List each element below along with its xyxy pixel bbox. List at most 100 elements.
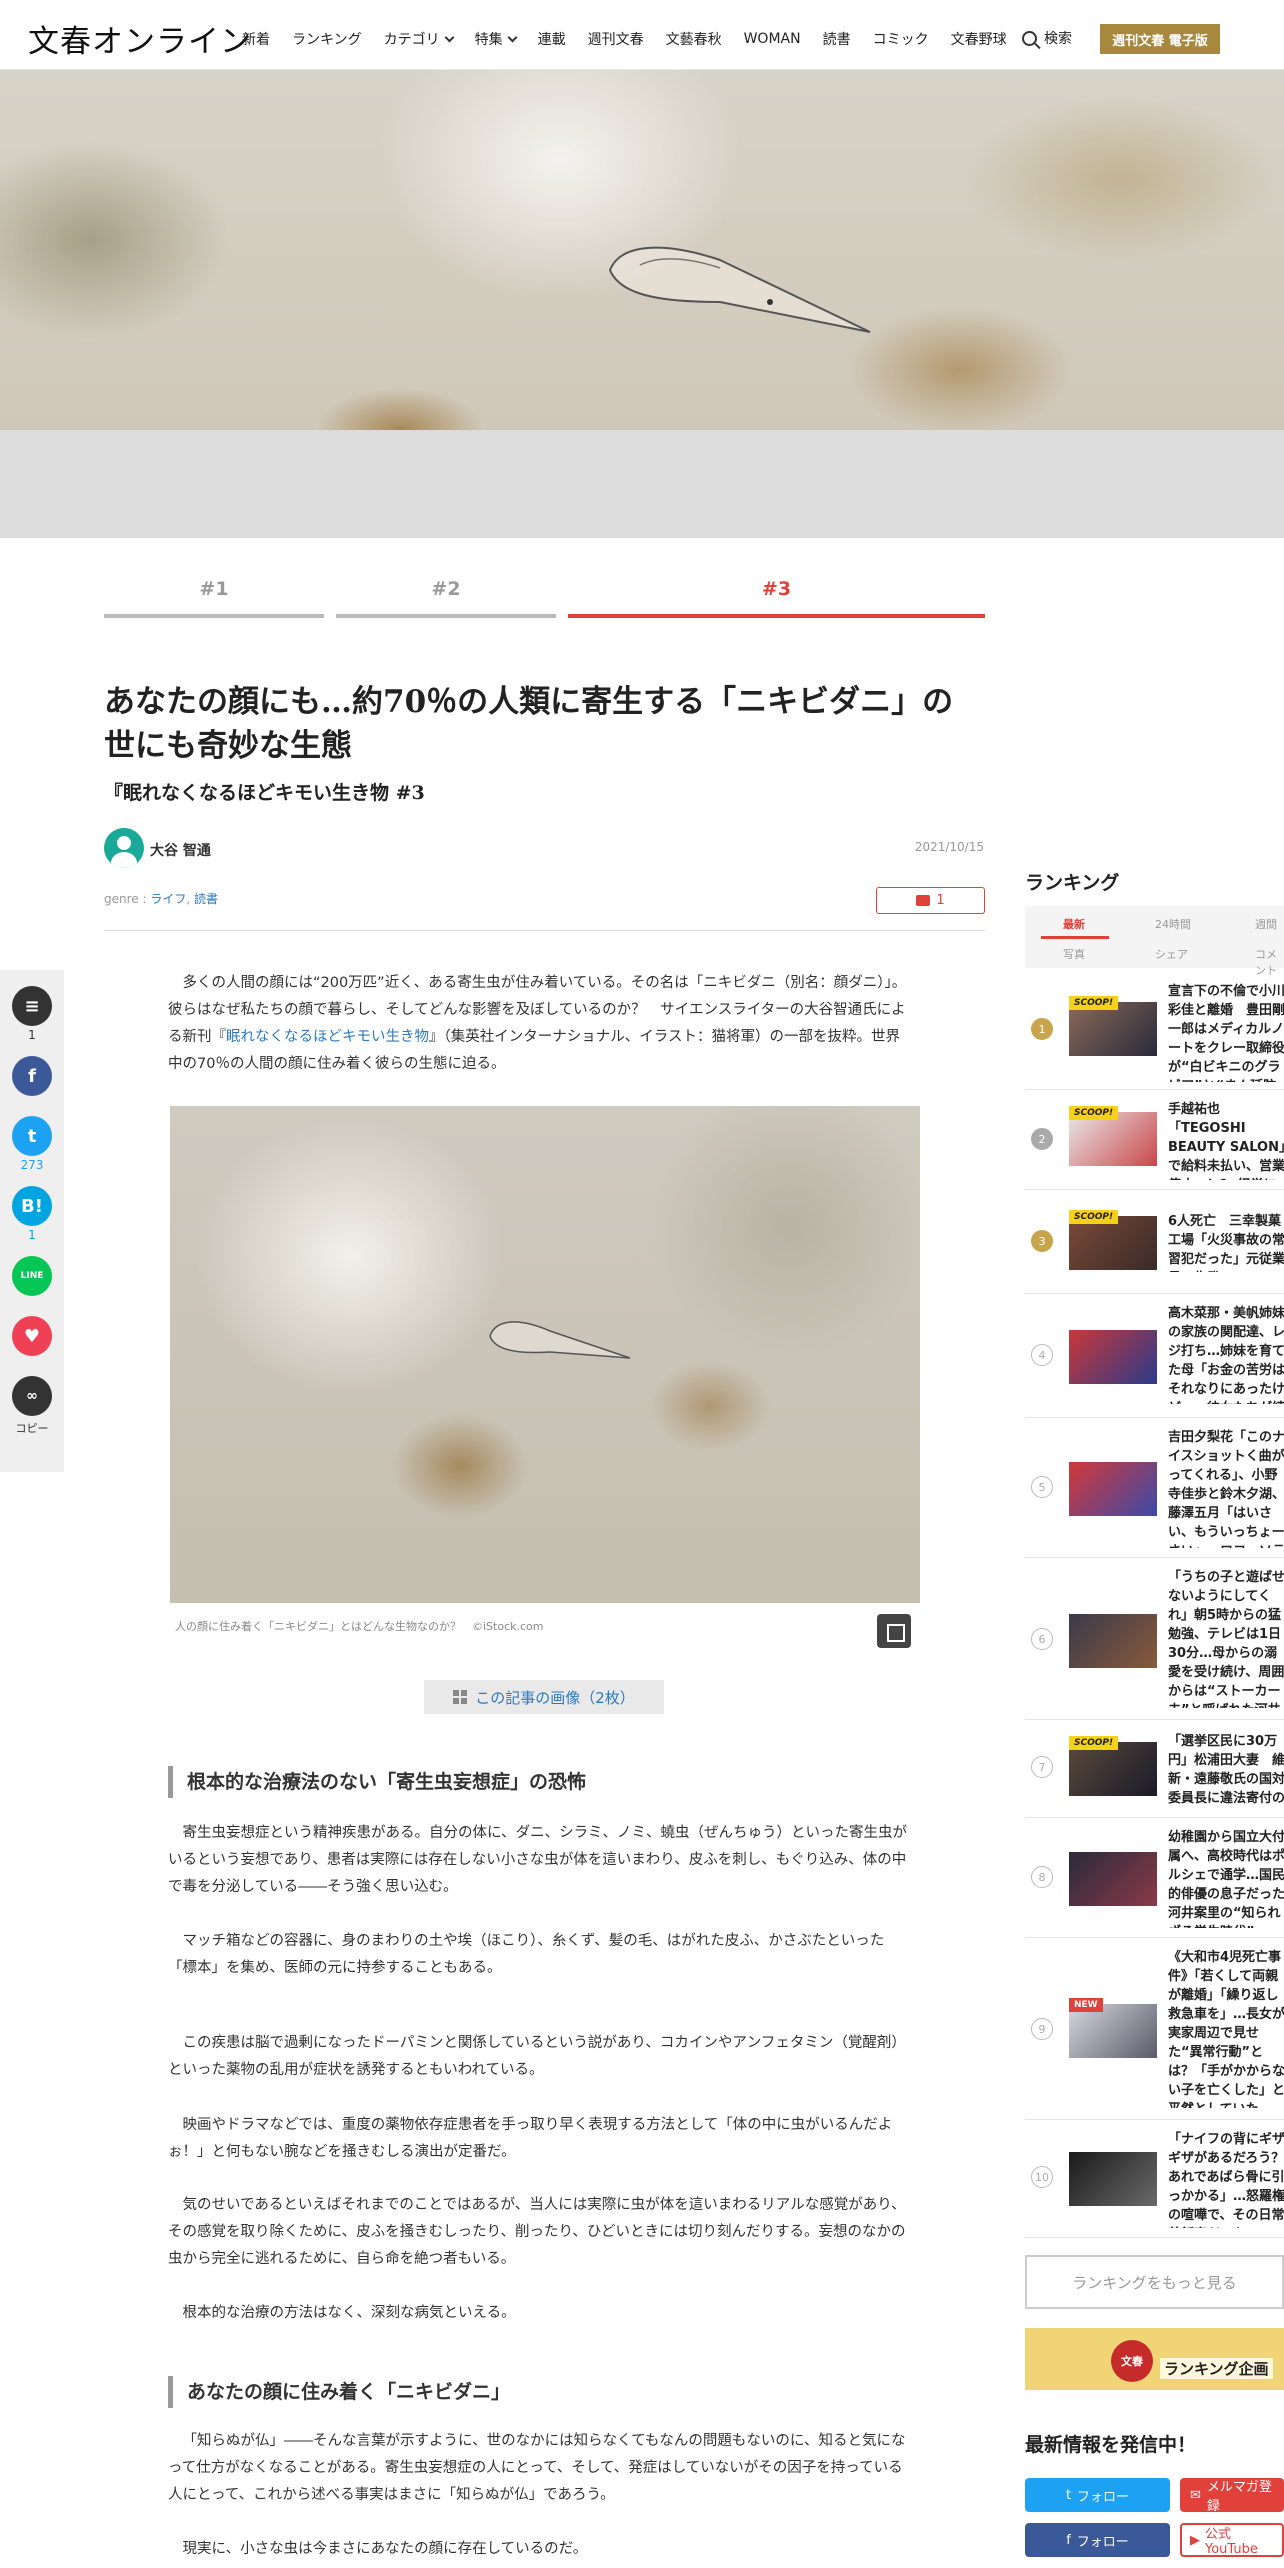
mail-magazine-button[interactable]: ✉ メルマガ登録 [1180,2478,1284,2514]
rank-number: 9 [1031,2018,1053,2040]
pager-tab-3[interactable]: #3 [568,578,985,618]
ranking-thumbnail [1069,1852,1157,1906]
scoop-badge: SCOOP! [1069,1736,1119,1750]
article-image[interactable] [170,1106,920,1603]
nav-item-category[interactable]: カテゴリ [384,29,455,49]
ranking-banner[interactable]: 文春 ランキング企画 [1025,2328,1284,2390]
genre-line: genre : ライフ, 読書 [104,892,219,906]
section-heading-2: あなたの顔に住み着く「ニキビダニ」 [168,2376,908,2408]
ranking-headline: 「選挙区民に30万円」松浦田大妻 維新・遠藤敬氏の国対委員長に違法寄付の疑い [1168,1734,1284,1806]
pager-tab-1[interactable]: #1 [104,578,324,618]
ranking-item[interactable]: 7 SCOOP! 「選挙区民に30万円」松浦田大妻 維新・遠藤敬氏の国対委員長に… [1025,1720,1284,1818]
ranking-item[interactable]: 5 吉田夕梨花「このナイスショットく曲がってくれる」、小野寺佳歩と鈴木夕湖、藤澤… [1025,1418,1284,1558]
nav-item-baseball[interactable]: 文春野球 [951,29,1007,49]
body-paragraph: 気のせいであるといえばそれまでのことではあるが、当人には実際に虫が体を這いまわる… [168,2197,906,2267]
chevron-down-icon [507,32,518,42]
hero-gray-band [0,430,1284,538]
sns-title: 最新情報を発信中！ [1025,2434,1197,2456]
share-bar: ≡ 1 f t 273 B! 1 LINE ♥ ∞ コピー [0,970,64,1472]
nav-item-ranking[interactable]: ランキング [292,29,362,49]
body-paragraph: マッチ箱などの容器に、身のまわりの土や埃（ほこり）、糸くず、髪の毛、はがれた皮ふ… [168,1933,885,1976]
ranking-item[interactable]: 8 幼稚園から国立大付属へ、高校時代はポルシェで通学…国民的俳優の息子だった河井… [1025,1818,1284,1938]
author-name[interactable]: 大谷 智通 [150,840,211,860]
twitter-follow-button[interactable]: t フォロー [1025,2478,1170,2512]
ranking-headline: 宣言下の不倫で小川彩佳と離婚 豊田剛一郎はメディカルノートをクレー取締役が“白ビ… [1168,984,1284,1082]
nav-item-weekly[interactable]: 週刊文春 [588,29,644,49]
hatena-icon[interactable]: B! [12,1186,52,1226]
comment-button[interactable]: 1 [876,887,985,914]
ranking-thumbnail [1069,2152,1157,2206]
ranking-thumbnail [1069,1216,1157,1270]
book-link[interactable]: 眠れなくなるほどキモい生き物 [226,1029,429,1045]
line-icon[interactable]: LINE [12,1256,52,1296]
rank-number: 1 [1031,1018,1053,1040]
genre-link-books[interactable]: 読書 [194,892,218,906]
facebook-icon: f [1066,2532,1071,2548]
gallery-link[interactable]: この記事の画像（2枚） [424,1680,664,1714]
body-paragraph: 映画やドラマなどでは、重度の薬物依存症患者を手っ取り早く表現する方法として「体の… [168,2117,893,2160]
twitter-icon: t [1065,2487,1072,2503]
tab-weekly[interactable]: 週間 [1255,916,1277,932]
ranking-item[interactable]: 9 NEW 《大和市4児死亡事件》「若くして両親が離婚」「繰り返し救急車を」…長… [1025,1938,1284,2120]
nav-item-feature[interactable]: 特集 [475,29,518,49]
body-paragraph: 寄生虫妄想症という精神疾患がある。自分の体に、ダニ、シラミ、ノミ、蟯虫（ぜんちゅ… [168,1825,908,1895]
image-caption: 人の顔に住み着く「ニキビダニ」とはどんな生物なのか？ ©iStock.com [175,1620,544,1633]
mail-icon: ✉ [1190,2487,1201,2503]
nav-item-books[interactable]: 読書 [823,29,851,49]
ranking-headline: 6人死亡 三幸製菓工場「火災事故の常習犯だった」元従業員の告発 [1168,1214,1284,1272]
twitter-icon[interactable]: t [12,1116,52,1156]
scoop-badge: SCOOP! [1069,1210,1119,1224]
body-paragraph: 根本的な治療の方法はなく、深刻な病気といえる。 [182,2305,516,2321]
body-paragraph: この疾患は脳で過剰になったドーパミンと関係しているという説があり、コカインやアン… [168,2035,906,2078]
chevron-down-icon [444,32,455,42]
ranking-item[interactable]: 2 SCOOP! 手越祐也「TEGOSHI BEAUTY SALON」で給料未払… [1025,1090,1284,1190]
comment-share-icon[interactable]: ≡ [12,986,52,1026]
site-logo[interactable]: 文春オンライン [28,16,252,61]
twitter-count: 273 [20,1158,44,1172]
ranking-thumbnail [1069,1462,1157,1516]
ranking-headline: 吉田夕梨花「このナイスショットく曲がってくれる」、小野寺佳歩と鈴木夕湖、藤澤五月… [1168,1430,1284,1548]
ranking-thumbnail [1069,1002,1157,1056]
section-heading-1: 根本的な治療法のない「寄生虫妄想症」の恐怖 [168,1766,908,1798]
pocket-icon[interactable]: ♥ [12,1316,52,1356]
search-button[interactable]: 検索 [1022,28,1072,48]
nav-item-bungeishunju[interactable]: 文藝春秋 [666,29,722,49]
nav-item-series[interactable]: 連載 [538,29,566,49]
mite-illustration [608,246,871,333]
body-paragraph: 「知らぬが仏」――そんな言葉が示すように、世のなかには知らなくてもなんの問題もな… [168,2433,906,2503]
tab-photo[interactable]: 写真 [1063,946,1085,962]
facebook-follow-button[interactable]: f フォロー [1025,2523,1170,2557]
ranking-item[interactable]: 1 SCOOP! 宣言下の不倫で小川彩佳と離婚 豊田剛一郎はメディカルノートをク… [1025,972,1284,1090]
ranking-item[interactable]: 4 高木菜那・美帆姉妹の家族の関配達、レジ打ち…姉妹を育てた母「お金の苦労はそれ… [1025,1294,1284,1418]
ranking-item[interactable]: 6 「うちの子と遊ばせないようにしてくれ」朝5時からの猛勉強、テレビは1日30分… [1025,1558,1284,1720]
ranking-item[interactable]: 3 SCOOP! 6人死亡 三幸製菓工場「火災事故の常習犯だった」元従業員の告発 [1025,1190,1284,1294]
rank-number: 3 [1031,1230,1053,1252]
nav-item-new[interactable]: 新着 [242,29,270,49]
copy-link-icon[interactable]: ∞ [12,1376,52,1416]
rank-number: 8 [1031,1866,1053,1888]
ranking-thumbnail [1069,1742,1157,1796]
new-badge: NEW [1069,1998,1103,2012]
bunshun-badge: 文春 [1111,2340,1153,2382]
more-ranking-button[interactable]: ランキングをもっと見る [1025,2255,1284,2309]
youtube-button[interactable]: ▶ 公式YouTube [1180,2523,1284,2557]
tab-latest[interactable]: 最新 [1063,916,1085,932]
active-tab-underline [1041,936,1109,939]
expand-image-icon[interactable] [877,1614,911,1648]
nav-item-woman[interactable]: WOMAN [744,31,801,47]
ebook-button[interactable]: 週刊文春 電子版 [1100,24,1220,54]
nav-item-comic[interactable]: コミック [873,29,929,49]
youtube-icon: ▶ [1190,2532,1200,2548]
pager-tab-2[interactable]: #2 [336,578,556,618]
genre-link-life[interactable]: ライフ [150,892,186,906]
ranking-headline: 「ナイフの背にギザギザがあるだろう？ あれであばら骨に引っかかる」…怒羅権の喧嘩… [1168,2132,1284,2228]
facebook-icon[interactable]: f [12,1056,52,1096]
tab-share[interactable]: シェア [1155,946,1188,962]
ranking-thumbnail [1069,1330,1157,1384]
rank-number: 6 [1031,1628,1053,1650]
author-avatar[interactable] [104,828,144,868]
hatena-count: 1 [28,1228,36,1242]
tab-24h[interactable]: 24時間 [1155,916,1191,932]
ranking-item[interactable]: 10 「ナイフの背にギザギザがあるだろう？ あれであばら骨に引っかかる」…怒羅権… [1025,2120,1284,2238]
rank-number: 2 [1031,1128,1053,1150]
